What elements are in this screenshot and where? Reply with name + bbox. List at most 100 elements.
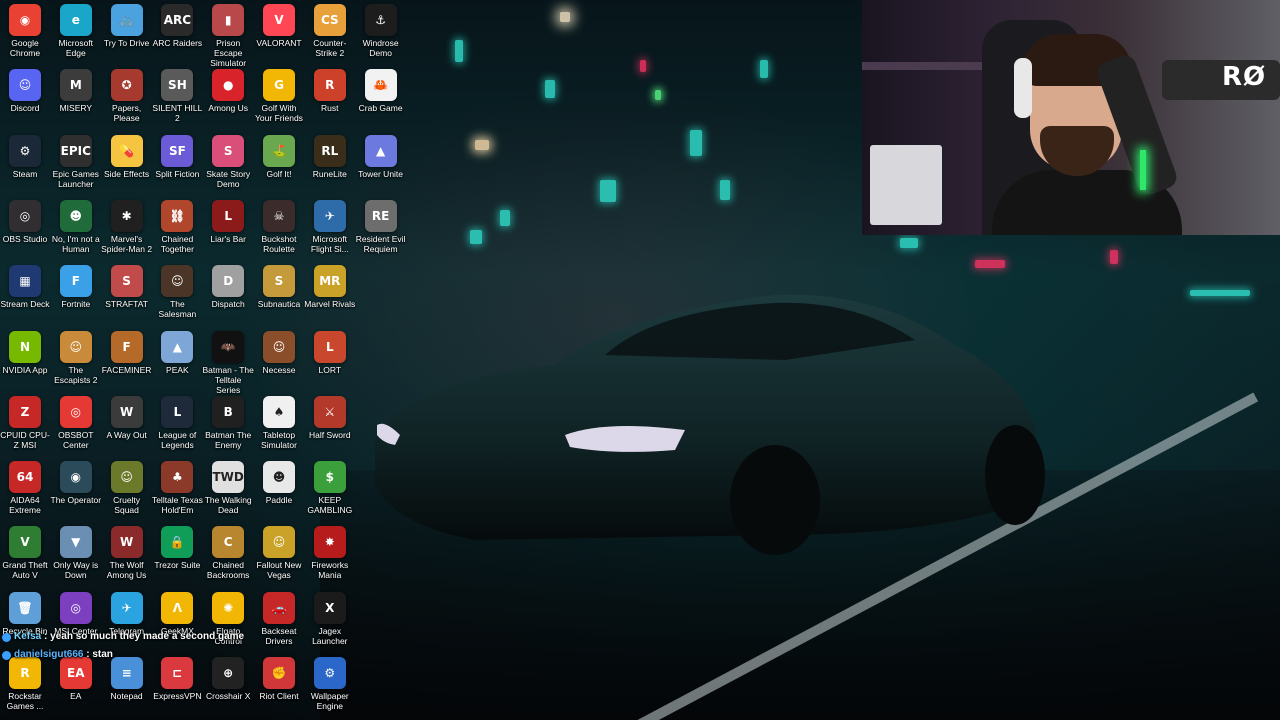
desktop-icon-label: Buckshot Roulette bbox=[261, 233, 297, 254]
desktop-icon[interactable]: ▮ Prison Escape Simulator bbox=[202, 4, 254, 68]
desktop-icon[interactable]: MR Marvel Rivals bbox=[304, 265, 356, 327]
desktop-icon[interactable]: L LORT bbox=[304, 330, 356, 393]
desktop-icon[interactable]: L League of Legends bbox=[151, 395, 203, 458]
desktop-icon[interactable]: B Batman The Enemy bbox=[202, 395, 254, 458]
desktop-icon[interactable]: ✱ Marvel's Spider-Man 2 bbox=[101, 199, 153, 262]
desktop-icon[interactable]: SH SILENT HILL 2 bbox=[151, 69, 203, 131]
desktop-icon[interactable]: SF Split Fiction bbox=[151, 134, 203, 197]
desktop-icon[interactable]: ▼ Only Way is Down bbox=[50, 526, 102, 588]
desktop-icon[interactable]: ⛳ Golf It! bbox=[253, 134, 305, 197]
desktop-icon[interactable]: EA EA bbox=[50, 657, 102, 719]
desktop-icon[interactable]: ✪ Papers, Please bbox=[101, 69, 153, 131]
desktop-icon[interactable]: ✸ Fireworks Mania bbox=[304, 526, 356, 588]
desktop-icon-label: Discord bbox=[10, 103, 40, 114]
desktop-icon[interactable]: ☺ Discord bbox=[0, 69, 51, 131]
desktop-icon-label: Wallpaper Engine bbox=[310, 691, 349, 711]
desktop-icon[interactable]: 🔒 Trezor Suite bbox=[151, 526, 203, 588]
desktop-icon[interactable]: F Fortnite bbox=[50, 265, 102, 327]
desktop-icon[interactable]: EPIC Epic Games Launcher bbox=[50, 134, 102, 197]
app-icon: EPIC bbox=[59, 134, 92, 167]
desktop-icon[interactable]: F FACEMINER bbox=[101, 330, 153, 393]
desktop-icon[interactable]: RL RuneLite bbox=[304, 134, 356, 197]
desktop-icon-label: Crab Game bbox=[358, 103, 403, 114]
traffic-light-green bbox=[655, 90, 661, 100]
desktop-icon[interactable]: ♠ Tabletop Simulator bbox=[253, 395, 305, 458]
desktop-icon[interactable]: ☠ Buckshot Roulette bbox=[253, 199, 305, 262]
app-icon: B bbox=[212, 395, 245, 428]
desktop-icon[interactable]: S Subnautica bbox=[253, 265, 305, 327]
desktop-icon[interactable]: ☺ The Escapists 2 bbox=[50, 330, 102, 393]
desktop-icon[interactable]: R Rockstar Games ... bbox=[0, 657, 51, 719]
desktop-icon-label: The Escapists 2 bbox=[54, 364, 98, 385]
desktop-icon-label: Cruelty Squad bbox=[113, 495, 141, 516]
desktop-icon[interactable]: ▦ Stream Deck bbox=[0, 265, 51, 327]
desktop-icon[interactable]: ≡ Notepad bbox=[101, 657, 153, 719]
desktop-icon[interactable]: CS Counter-Strike 2 bbox=[304, 4, 356, 66]
desktop-icon[interactable]: ◉ Google Chrome bbox=[0, 4, 51, 66]
desktop-icon[interactable]: ☺ Fallout New Vegas bbox=[253, 526, 305, 588]
desktop-icon[interactable]: S STRAFTAT bbox=[101, 265, 153, 327]
app-icon: RL bbox=[313, 134, 346, 167]
neon-light bbox=[455, 40, 463, 62]
desktop-icon[interactable]: e Microsoft Edge bbox=[50, 4, 102, 66]
desktop-icon[interactable]: RE Resident Evil Requiem bbox=[355, 199, 407, 262]
desktop-icon[interactable]: ⛓ Chained Together bbox=[151, 199, 203, 262]
desktop-icon[interactable]: ☺ Cruelty Squad bbox=[101, 461, 153, 523]
desktop-icon[interactable]: C Chained Backrooms bbox=[202, 526, 254, 588]
desktop-icon[interactable]: WA Way Out bbox=[101, 395, 153, 458]
app-icon: R bbox=[313, 69, 346, 102]
desktop-icon[interactable]: ⚓ Windrose Demo bbox=[355, 4, 407, 66]
desktop-icon[interactable]: 🚲 Try To Drive bbox=[101, 4, 153, 66]
app-icon: ▮ bbox=[212, 4, 245, 36]
desktop-icon[interactable]: ⊕ Crosshair X bbox=[202, 657, 254, 719]
desktop-icon-label: STRAFTAT bbox=[105, 299, 148, 310]
desktop-icon[interactable]: ◉ The Operator bbox=[50, 461, 102, 523]
desktop-icon[interactable]: 🦀 Crab Game bbox=[355, 69, 407, 131]
desktop-icon-label: CPUID CPU-Z MSI bbox=[0, 429, 50, 450]
desktop-icon-label: Steam bbox=[12, 168, 38, 179]
desktop-icon[interactable]: ☻ Paddle bbox=[253, 461, 305, 523]
desktop-icon[interactable]: ⊏ ExpressVPN bbox=[151, 657, 203, 719]
desktop-icon[interactable]: ✊ Riot Client bbox=[253, 657, 305, 719]
app-icon: 🦇 bbox=[212, 330, 245, 363]
desktop-icon[interactable]: S Skate Story Demo bbox=[202, 134, 254, 197]
app-icon: M bbox=[59, 69, 92, 102]
desktop-icon[interactable]: 🦇 Batman - The Telltale Series bbox=[202, 330, 254, 395]
desktop-icon[interactable]: ● Among Us bbox=[202, 69, 254, 131]
desktop-icon[interactable]: M MISERY bbox=[50, 69, 102, 131]
desktop-icon[interactable]: D Dispatch bbox=[202, 265, 254, 327]
desktop-icon[interactable]: V VALORANT bbox=[253, 4, 305, 66]
desktop-icon[interactable]: $ KEEP GAMBLING bbox=[304, 461, 356, 523]
app-icon: Z bbox=[9, 395, 41, 428]
desktop-icon-label: Chained Backrooms bbox=[206, 560, 250, 581]
desktop-icon[interactable]: G Golf With Your Friends bbox=[253, 69, 305, 131]
desktop-icon[interactable]: ▲ PEAK bbox=[151, 330, 203, 393]
desktop-icon[interactable]: ARC ARC Raiders bbox=[151, 4, 203, 66]
desktop-icon[interactable]: ☻ No, I'm not a Human bbox=[50, 199, 102, 262]
desktop-icon[interactable]: W The Wolf Among Us bbox=[101, 526, 153, 588]
desktop-icon[interactable]: TWD The Walking Dead bbox=[202, 461, 254, 523]
desktop-icon[interactable]: ⚙ Wallpaper Engine bbox=[304, 657, 356, 719]
app-icon: ☺ bbox=[161, 265, 194, 298]
desktop-icon[interactable]: 64 AIDA64 Extreme bbox=[0, 461, 51, 523]
desktop-icon[interactable]: ☺ The Salesman bbox=[151, 265, 203, 327]
desktop-icon[interactable]: V Grand Theft Auto V bbox=[0, 526, 51, 588]
desktop-icon[interactable]: ⚙ Steam bbox=[0, 134, 51, 197]
app-icon: ✸ bbox=[313, 526, 346, 559]
desktop-icon[interactable]: L Liar's Bar bbox=[202, 199, 254, 262]
desktop-icon[interactable]: ◎ OBS Studio bbox=[0, 199, 51, 262]
desktop-icon[interactable]: N NVIDIA App bbox=[0, 330, 51, 393]
desktop-icon[interactable]: ♣ Telltale Texas Hold'Em bbox=[151, 461, 203, 523]
app-icon: ⛳ bbox=[263, 134, 295, 167]
app-icon: 🗑 bbox=[9, 591, 41, 624]
desktop-icon[interactable]: ✈ Microsoft Flight Si... bbox=[304, 199, 356, 262]
desktop-icon-label: A Way Out bbox=[106, 429, 147, 440]
app-icon: MR bbox=[313, 265, 346, 298]
desktop-icon[interactable]: ⚔ Half Sword bbox=[304, 395, 356, 458]
desktop-icon[interactable]: ☺ Necesse bbox=[253, 330, 305, 393]
desktop-icon[interactable]: Z CPUID CPU-Z MSI bbox=[0, 395, 51, 458]
desktop-icon[interactable]: 💊 Side Effects bbox=[101, 134, 153, 197]
desktop-icon[interactable]: R Rust bbox=[304, 69, 356, 131]
desktop-icon[interactable]: ▲ Tower Unite bbox=[355, 134, 407, 197]
desktop-icon[interactable]: ◎ OBSBOT Center bbox=[50, 395, 102, 458]
